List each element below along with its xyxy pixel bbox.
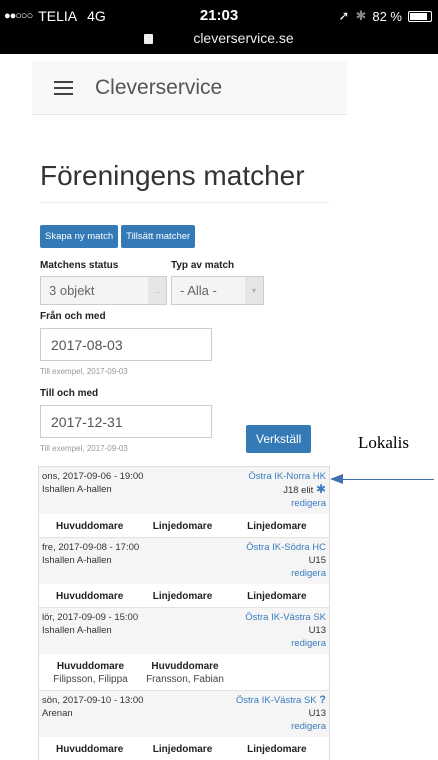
navbar: Cleverservice bbox=[32, 61, 347, 115]
status-label: Matchens status bbox=[40, 260, 119, 271]
match-datetime: lör, 2017-09-09 - 15:00 bbox=[42, 612, 139, 623]
referee-role: Huvuddomare bbox=[56, 744, 124, 755]
referee-role: Huvuddomare bbox=[56, 591, 124, 602]
match-category: U15 bbox=[308, 555, 326, 566]
annotation-label: Lokalis bbox=[358, 433, 409, 452]
action-buttons: Skapa ny match Tillsätt matcher bbox=[40, 225, 347, 248]
from-date-input[interactable]: 2017-08-03 bbox=[40, 328, 212, 361]
referee-slot[interactable]: Linjedomare bbox=[137, 743, 227, 756]
from-date-hint: Till exempel, 2017-09-03 bbox=[40, 367, 128, 376]
edit-link[interactable]: redigera bbox=[245, 637, 326, 650]
list-item: lör, 2017-09-09 - 15:00 Ishallen A-halle… bbox=[39, 608, 329, 691]
lock-icon bbox=[144, 34, 154, 44]
from-date-label: Från och med bbox=[40, 311, 106, 322]
edit-link[interactable]: redigera bbox=[246, 567, 326, 580]
match-venue: Arenan bbox=[42, 708, 73, 719]
status-select[interactable]: 3 objekt … bbox=[40, 276, 167, 305]
referee-slot[interactable]: Linjedomare bbox=[228, 743, 326, 756]
referee-slot[interactable]: Huvuddomare Fransson, Fabian bbox=[139, 660, 231, 686]
page-title: Föreningens matcher bbox=[40, 160, 330, 203]
referee-role: Linjedomare bbox=[152, 521, 213, 532]
referee-row: Huvuddomare Filipsson, Filippa Huvuddoma… bbox=[39, 654, 329, 690]
referee-slot[interactable]: Huvuddomare bbox=[42, 743, 137, 756]
match-teams-link[interactable]: Östra IK-Västra SK bbox=[236, 695, 317, 706]
match-header: lör, 2017-09-09 - 15:00 Ishallen A-halle… bbox=[39, 608, 329, 654]
referee-slot[interactable]: Huvuddomare bbox=[42, 520, 137, 533]
arrow-line bbox=[342, 479, 434, 480]
referee-role: Linjedomare bbox=[152, 744, 213, 755]
status-bar: ●●○○○ TELIA 4G 21:03 cleverservice.se ➚ … bbox=[0, 0, 438, 54]
match-category: U13 bbox=[308, 708, 326, 719]
status-icons: ➚ ✱ 82 % bbox=[339, 8, 432, 24]
match-datetime: ons, 2017-09-06 - 19:00 bbox=[42, 471, 144, 482]
battery-percent: 82 % bbox=[372, 8, 402, 24]
match-venue: Ishallen A-hallen bbox=[42, 555, 112, 566]
referee-role: Huvuddomare bbox=[56, 661, 125, 672]
dropdown-handle-icon: … bbox=[148, 277, 166, 304]
match-teams-link[interactable]: Östra IK-Västra SK bbox=[245, 611, 326, 624]
referee-role: Linjedomare bbox=[247, 744, 307, 755]
page-content: Cleverservice Föreningens matcher Skapa … bbox=[32, 54, 347, 760]
hamburger-menu-icon[interactable] bbox=[54, 80, 73, 95]
edit-link[interactable]: redigera bbox=[248, 497, 326, 510]
match-venue: Ishallen A-hallen bbox=[42, 625, 112, 636]
assign-matches-button[interactable]: Tillsätt matcher bbox=[121, 225, 196, 248]
filter-selects: 3 objekt … - Alla - ▾ bbox=[40, 276, 347, 305]
referee-role: Linjedomare bbox=[247, 591, 307, 602]
brand-title[interactable]: Cleverservice bbox=[95, 76, 222, 100]
bluetooth-icon: ✱ bbox=[355, 8, 367, 23]
filter-labels: Matchens status Typ av match bbox=[40, 260, 347, 271]
referee-slot[interactable]: Linjedomare bbox=[137, 590, 227, 603]
referee-slot[interactable]: Linjedomare bbox=[137, 520, 227, 533]
referee-slot[interactable]: Huvuddomare Filipsson, Filippa bbox=[42, 660, 139, 686]
referee-role: Huvuddomare bbox=[56, 521, 124, 532]
referee-row: Huvuddomare Linjedomare Linjedomare bbox=[39, 514, 329, 537]
referee-role: Linjedomare bbox=[152, 591, 213, 602]
match-category: J18 elit bbox=[283, 485, 314, 496]
create-match-button[interactable]: Skapa ny match bbox=[40, 225, 119, 248]
match-datetime: fre, 2017-09-08 - 17:00 bbox=[42, 542, 140, 553]
to-date-row: 2017-12-31 Till exempel, 2017-09-03 Verk… bbox=[32, 399, 347, 453]
list-item: fre, 2017-09-08 - 17:00 Ishallen A-halle… bbox=[39, 538, 329, 608]
match-datetime: sön, 2017-09-10 - 13:00 bbox=[42, 695, 144, 706]
type-label: Typ av match bbox=[171, 260, 235, 271]
referee-role: Linjedomare bbox=[247, 521, 307, 532]
question-mark-icon[interactable]: ? bbox=[319, 694, 326, 706]
apply-button[interactable]: Verkställ bbox=[246, 425, 312, 453]
match-header: fre, 2017-09-08 - 17:00 Ishallen A-halle… bbox=[39, 538, 329, 584]
type-select[interactable]: - Alla - ▾ bbox=[171, 276, 264, 305]
match-category: U13 bbox=[308, 625, 326, 636]
referee-slot[interactable]: Linjedomare bbox=[228, 520, 326, 533]
to-date-hint: Till exempel, 2017-09-03 bbox=[40, 444, 128, 453]
edit-link[interactable]: redigera bbox=[236, 720, 326, 733]
list-item: ons, 2017-09-06 - 19:00 Ishallen A-halle… bbox=[39, 467, 329, 538]
status-select-value: 3 objekt bbox=[49, 283, 95, 298]
url-text: cleverservice.se bbox=[193, 30, 294, 46]
asterisk-icon[interactable]: ✱ bbox=[316, 482, 326, 496]
match-teams-link[interactable]: Östra IK-Norra HK bbox=[248, 470, 326, 483]
referee-role: Huvuddomare bbox=[151, 661, 219, 672]
match-venue: Ishallen A-hallen bbox=[42, 484, 112, 495]
chevron-down-icon: ▾ bbox=[245, 277, 263, 304]
list-item: sön, 2017-09-10 - 13:00 Arenan Östra IK-… bbox=[39, 691, 329, 760]
match-header: sön, 2017-09-10 - 13:00 Arenan Östra IK-… bbox=[39, 691, 329, 737]
to-date-input[interactable]: 2017-12-31 bbox=[40, 405, 212, 438]
referee-slot[interactable]: Linjedomare bbox=[228, 590, 326, 603]
match-teams-link[interactable]: Östra IK-Södra HC bbox=[246, 541, 326, 554]
location-icon: ➚ bbox=[338, 8, 350, 23]
referee-person: Fransson, Fabian bbox=[146, 674, 224, 685]
address-bar[interactable]: cleverservice.se bbox=[0, 30, 438, 46]
match-header: ons, 2017-09-06 - 19:00 Ishallen A-halle… bbox=[39, 467, 329, 514]
match-list: ons, 2017-09-06 - 19:00 Ishallen A-halle… bbox=[38, 466, 330, 760]
type-select-value: - Alla - bbox=[180, 283, 217, 298]
referee-row: Huvuddomare Linjedomare Linjedomare bbox=[39, 737, 329, 760]
battery-icon bbox=[408, 10, 432, 22]
to-date-label: Till och med bbox=[40, 388, 99, 399]
referee-row: Huvuddomare Linjedomare Linjedomare bbox=[39, 584, 329, 607]
referee-slot[interactable]: Huvuddomare bbox=[42, 590, 137, 603]
referee-person: Filipsson, Filippa bbox=[53, 674, 128, 685]
